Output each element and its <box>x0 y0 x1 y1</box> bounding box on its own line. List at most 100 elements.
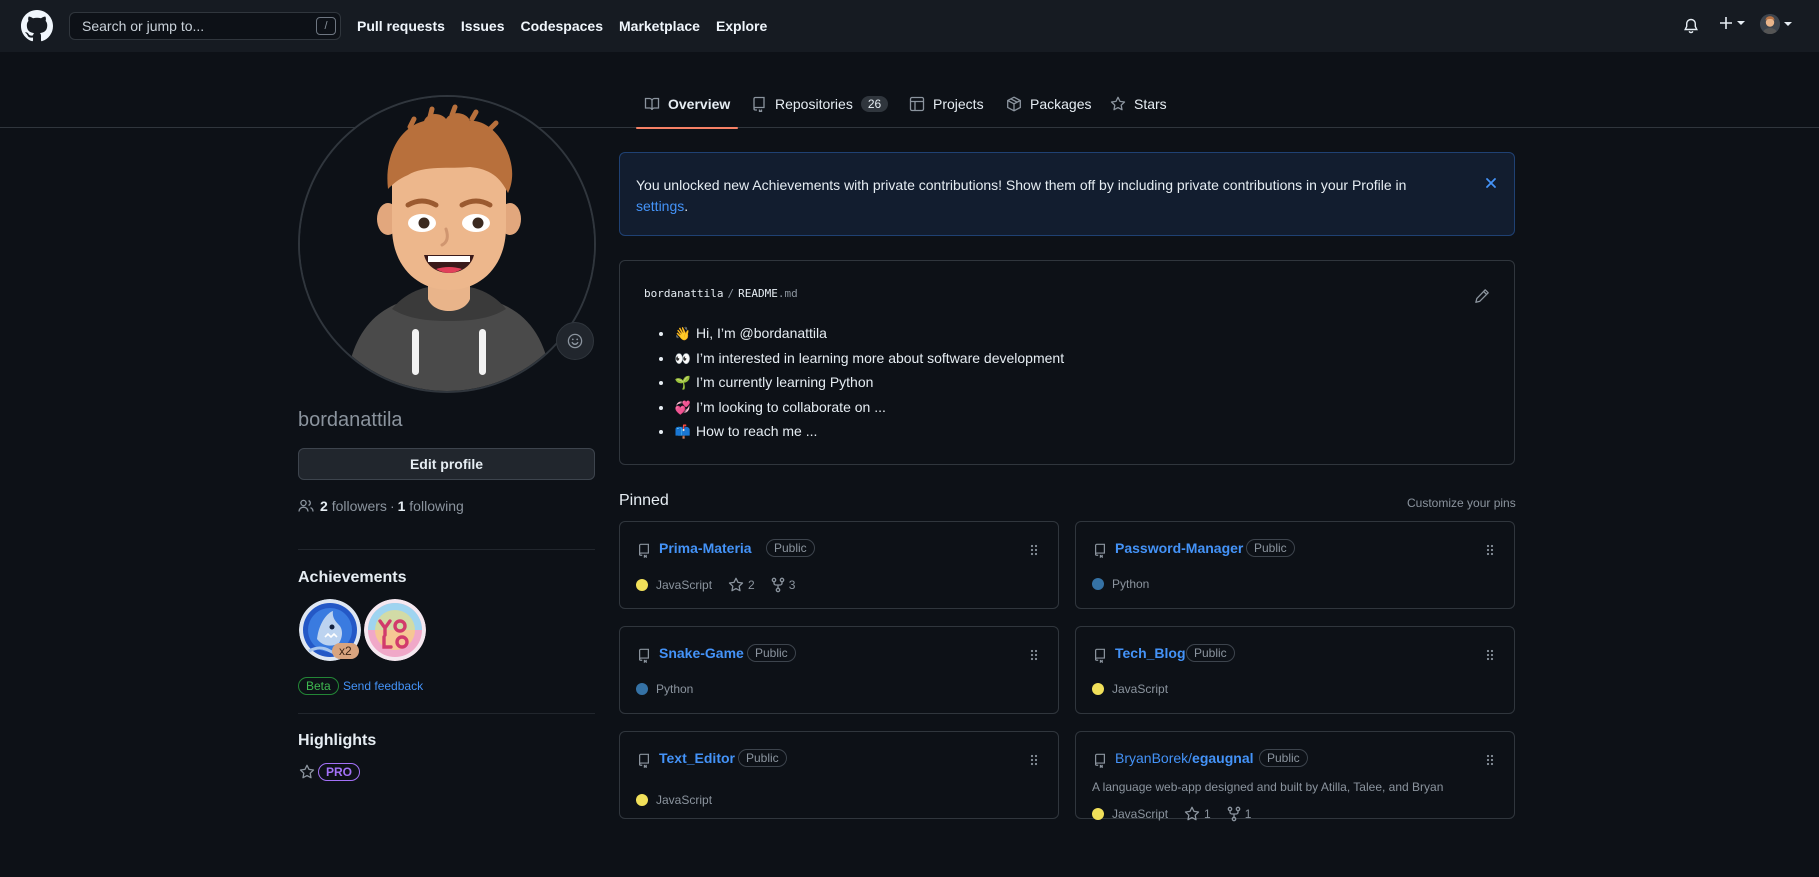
language-color-dot <box>1092 808 1104 820</box>
search-input[interactable]: Search or jump to... / <box>69 12 341 40</box>
readme-owner[interactable]: bordanattila <box>644 287 723 300</box>
mailbox-icon: 📫 <box>674 424 692 440</box>
list-item-text: How to reach me ... <box>696 423 818 440</box>
achievement-yolo-badge[interactable] <box>364 599 426 661</box>
repo-name-link[interactable]: Text_Editor <box>659 750 735 766</box>
grabber-icon[interactable] <box>1486 648 1494 662</box>
following-label: following <box>409 498 464 514</box>
tab-label: Packages <box>1030 96 1092 112</box>
search-shortcut-key: / <box>316 17 336 35</box>
tab-stars[interactable]: Stars <box>1102 80 1175 128</box>
tab-repositories[interactable]: Repositories 26 <box>743 80 896 128</box>
language-label: JavaScript <box>656 578 713 592</box>
nav-pull-requests[interactable]: Pull requests <box>357 18 445 34</box>
followers-count: 2 <box>320 498 328 514</box>
repo-language: JavaScript <box>636 578 712 592</box>
readme-file[interactable]: README.md <box>738 287 798 300</box>
highlights-heading: Highlights <box>298 732 377 749</box>
list-item-text: Hi, I’m @bordanattila <box>696 325 827 341</box>
sidebar-divider <box>298 713 595 714</box>
star-icon <box>299 764 315 780</box>
pinned-repo-card: Prima-Materia Public JavaScript 2 3 <box>619 521 1059 609</box>
customize-pins-link[interactable]: Customize your pins <box>1407 496 1516 510</box>
language-color-dot <box>1092 578 1104 590</box>
repo-name-link[interactable]: BryanBorek/egaugnal <box>1115 750 1254 766</box>
repo-description: A language web-app designed and built by… <box>1092 780 1444 794</box>
pinned-repo-card: BryanBorek/egaugnal Public A language we… <box>1075 731 1515 822</box>
nav-issues[interactable]: Issues <box>461 18 505 34</box>
language-label: JavaScript <box>656 793 713 807</box>
set-status-button[interactable] <box>556 322 594 360</box>
following-link[interactable]: 1 following <box>398 498 464 514</box>
repo-name-link[interactable]: Prima-Materia <box>659 540 752 556</box>
language-color-dot <box>1092 683 1104 695</box>
grabber-icon[interactable] <box>1486 753 1494 767</box>
notifications-bell-icon[interactable] <box>1683 17 1699 35</box>
profile-avatar[interactable] <box>298 95 596 393</box>
tab-label: Stars <box>1134 96 1167 112</box>
repo-stars[interactable]: 2 <box>728 577 755 593</box>
hearts-icon: 💞 <box>674 399 692 415</box>
repo-forks[interactable]: 1 <box>1227 806 1252 822</box>
followers-link[interactable]: 2 followers <box>320 498 387 514</box>
list-item-text: I’m currently learning Python <box>696 374 874 391</box>
create-new-menu[interactable] <box>1719 16 1745 30</box>
tab-packages[interactable]: Packages <box>998 80 1099 128</box>
grabber-icon[interactable] <box>1486 543 1494 557</box>
following-count: 1 <box>397 498 406 514</box>
star-icon <box>728 577 744 592</box>
visibility-badge: Public <box>747 644 796 662</box>
send-feedback-link[interactable]: Send feedback <box>343 679 423 693</box>
visibility-badge: Public <box>1246 539 1295 557</box>
stars-count: 1 <box>1204 807 1211 821</box>
sidebar-divider <box>298 549 595 550</box>
top-nav: Pull requests Issues Codespaces Marketpl… <box>357 0 783 52</box>
repo-meta: JavaScript <box>1092 682 1168 696</box>
readme-extension: .md <box>777 287 798 300</box>
grabber-icon[interactable] <box>1030 648 1038 662</box>
chevron-down-icon <box>1737 21 1745 25</box>
tab-label: Projects <box>933 96 984 112</box>
tab-projects[interactable]: Projects <box>901 80 992 128</box>
language-label: JavaScript <box>1112 682 1169 696</box>
github-logo-icon[interactable] <box>21 10 53 42</box>
smiley-icon <box>567 333 583 349</box>
search-placeholder: Search or jump to... <box>82 18 205 34</box>
repo-owner: BryanBorek/ <box>1115 750 1193 766</box>
pinned-repo-card: Text_Editor Public JavaScript <box>619 731 1059 819</box>
star-icon <box>1184 806 1200 821</box>
repo-icon <box>753 96 765 112</box>
language-color-dot <box>636 683 648 695</box>
tab-overview[interactable]: Overview <box>636 80 739 129</box>
repo-stars[interactable]: 1 <box>1184 806 1211 822</box>
stars-count: 2 <box>748 578 755 592</box>
repo-name-link[interactable]: Tech_Blog <box>1115 645 1186 661</box>
repo-meta: JavaScript <box>636 793 712 807</box>
seedling-icon: 🌱 <box>674 375 692 391</box>
nav-marketplace[interactable]: Marketplace <box>619 18 700 34</box>
waving-hand-icon: 👋 <box>674 326 692 341</box>
pencil-icon[interactable] <box>1474 288 1490 304</box>
language-label: JavaScript <box>1112 807 1169 821</box>
banner-text-end: . <box>684 198 689 214</box>
nav-codespaces[interactable]: Codespaces <box>521 18 603 34</box>
eyes-icon: 👀 <box>674 350 692 366</box>
repo-icon <box>1095 648 1105 663</box>
close-icon[interactable] <box>1484 176 1498 190</box>
grabber-icon[interactable] <box>1030 753 1038 767</box>
grabber-icon[interactable] <box>1030 543 1038 557</box>
followers-label: followers <box>331 498 387 514</box>
edit-profile-button[interactable]: Edit profile <box>298 448 595 480</box>
forks-count: 1 <box>1244 807 1252 821</box>
table-icon <box>909 96 925 112</box>
language-label: Python <box>1112 577 1150 591</box>
user-avatar-menu[interactable] <box>1760 14 1792 34</box>
repo-name-link[interactable]: Password-Manager <box>1115 540 1243 556</box>
achievements-heading: Achievements <box>298 569 407 586</box>
pinned-repo-card: Tech_Blog Public JavaScript <box>1075 626 1515 714</box>
repo-name-link[interactable]: Snake-Game <box>659 645 744 661</box>
repo-forks[interactable]: 3 <box>771 577 795 593</box>
list-item: 💞I’m looking to collaborate on ... <box>674 395 1064 420</box>
banner-settings-link[interactable]: settings <box>636 198 684 214</box>
nav-explore[interactable]: Explore <box>716 18 767 34</box>
